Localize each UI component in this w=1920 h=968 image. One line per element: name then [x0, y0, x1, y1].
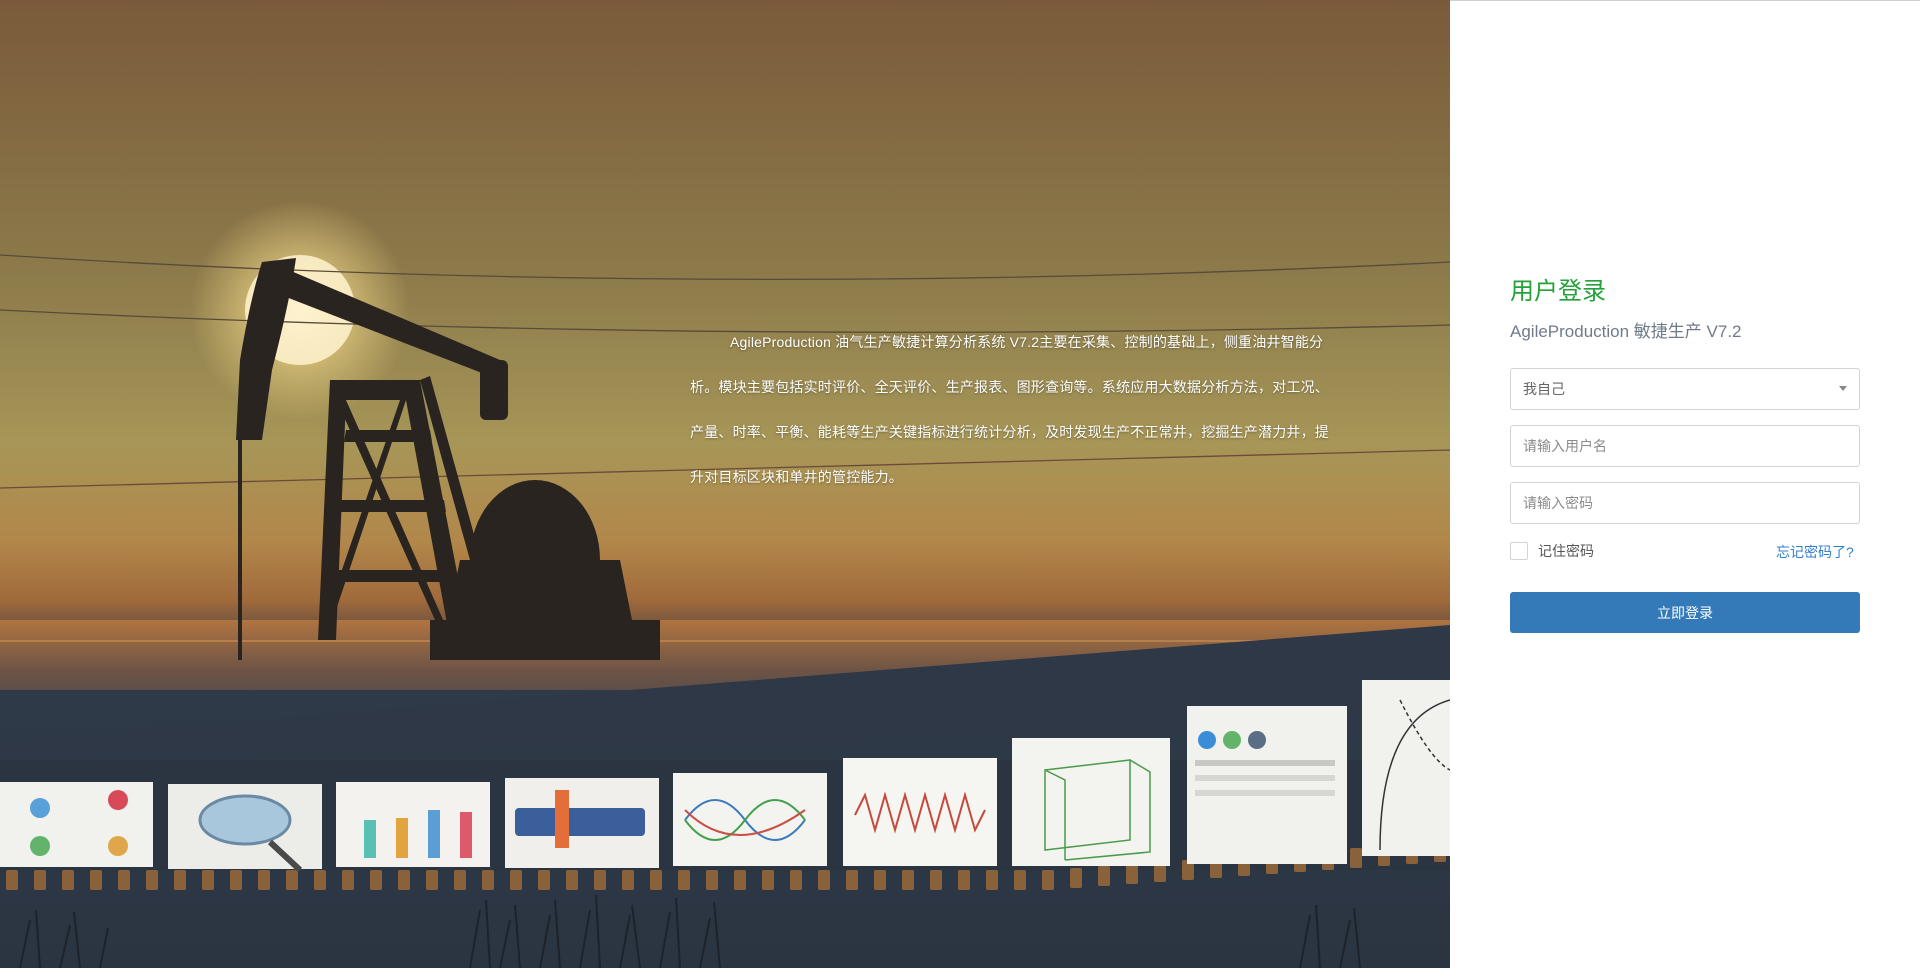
thumbnail-bar-chart — [336, 782, 490, 867]
system-description: AgileProduction 油气生产敏捷计算分析系统 V7.2主要在采集、控… — [690, 334, 1329, 485]
remember-password-checkbox[interactable] — [1510, 542, 1528, 560]
thumbnail-indicator-diagram — [1362, 680, 1450, 856]
login-title: 用户登录 — [1510, 278, 1606, 305]
login-panel: 用户登录 AgileProduction 敏捷生产 V7.2 我自己 记住密码 … — [1450, 0, 1920, 968]
chevron-down-icon — [1839, 386, 1847, 391]
organization-select[interactable]: 我自己 — [1510, 368, 1860, 410]
login-button[interactable]: 立即登录 — [1510, 592, 1860, 633]
thumbnail-waveform — [843, 758, 997, 866]
thumbnail-3d-grid — [1012, 738, 1170, 866]
thumbnail-wellbore — [505, 778, 659, 868]
login-page: AgileProduction 油气生产敏捷计算分析系统 V7.2主要在采集、控… — [0, 0, 1920, 968]
thumbnail-dashboard — [1187, 706, 1347, 864]
horizon-shine — [0, 640, 1450, 642]
login-subtitle: AgileProduction 敏捷生产 V7.2 — [1510, 322, 1742, 341]
password-field-wrapper — [1510, 482, 1860, 524]
password-input[interactable] — [1523, 484, 1847, 522]
thumbnail-magnifier — [168, 784, 322, 873]
forgot-password-link[interactable]: 忘记密码了? — [1776, 542, 1854, 562]
username-field-wrapper — [1510, 425, 1860, 467]
organization-select-value: 我自己 — [1523, 381, 1565, 397]
thumbnail-curves — [673, 773, 827, 866]
remember-password: 记住密码 — [1510, 541, 1594, 561]
thumbnail-pie-charts — [0, 782, 153, 867]
username-input[interactable] — [1523, 427, 1847, 465]
remember-password-label: 记住密码 — [1538, 543, 1594, 559]
hero-background: AgileProduction 油气生产敏捷计算分析系统 V7.2主要在采集、控… — [0, 0, 1450, 968]
